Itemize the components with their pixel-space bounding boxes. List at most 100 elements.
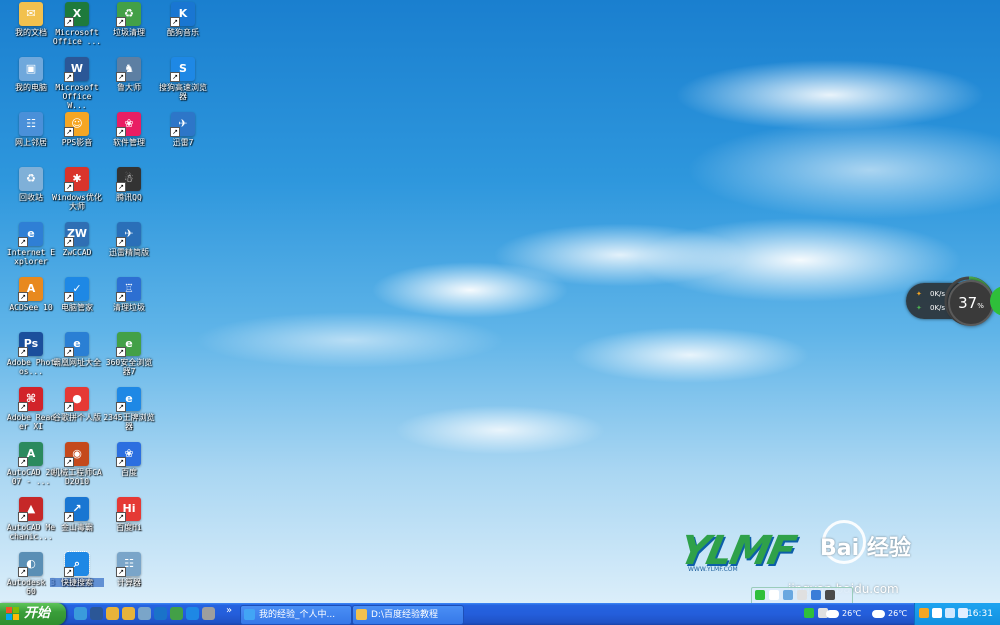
app-icon: ♻ <box>19 167 43 191</box>
desktop-icon[interactable]: W ↗ Microsoft Office W... <box>50 57 104 110</box>
app-icon: ♻ ↗ <box>116 2 141 27</box>
shield-icon[interactable] <box>919 608 929 618</box>
shortcut-arrow-icon: ↗ <box>170 17 180 27</box>
desktop-icon-label: 快捷搜索 <box>50 578 104 587</box>
taskbar-window-label: D:\百度经验教程 <box>371 610 438 620</box>
keyboard-icon[interactable] <box>811 590 821 600</box>
volume-icon[interactable] <box>945 608 955 618</box>
download-speed: ✦ 0K/s <box>916 304 945 312</box>
quick-launch-icon[interactable] <box>138 607 151 620</box>
desktop-icon-label: 迅雷精简版 <box>109 248 149 257</box>
weather-temp-2: 26℃ <box>888 609 908 618</box>
shortcut-arrow-icon: ↗ <box>64 402 74 412</box>
shortcut-arrow-icon: ↗ <box>116 457 126 467</box>
quick-launch-icon[interactable] <box>202 607 215 620</box>
cloud-icon <box>826 609 839 618</box>
desktop-icon-label: 百度 <box>121 468 137 477</box>
desktop: ✉ 我的文档 ▣ 我的电脑 ☷ 网上邻居 ♻ 回收站 e ↗ Internet Explorer A ↗… <box>0 0 1000 603</box>
desktop-icon[interactable]: S ↗ 搜狗高速浏览器 <box>156 57 210 101</box>
desktop-icon-label: 计算器 <box>117 578 141 587</box>
pen-icon[interactable] <box>825 590 835 600</box>
desktop-icon[interactable]: ❀ ↗ 软件管理 <box>102 112 156 147</box>
app-icon: ▲ ↗ <box>18 497 43 522</box>
quick-launch-icon[interactable] <box>106 607 119 620</box>
quick-launch-icon[interactable] <box>74 607 87 620</box>
memory-gauge[interactable]: 37% <box>948 280 994 326</box>
shortcut-arrow-icon: ↗ <box>116 512 126 522</box>
desktop-icon[interactable]: X ↗ Microsoft Office ... <box>50 2 104 46</box>
desktop-icon[interactable]: ♖ ↗ 清理垃圾 <box>102 277 156 312</box>
windows-flag-icon <box>6 607 19 620</box>
shortcut-arrow-icon: ↗ <box>116 567 126 577</box>
app-glyph-icon: ♻ <box>26 172 36 185</box>
desktop-icon[interactable]: Hi ↗ 百度Hi <box>102 497 156 532</box>
desktop-icon[interactable]: ↗ ↗ 金山毒霸 <box>50 497 104 532</box>
upload-speed-value: 0K/s <box>930 290 946 298</box>
desktop-icon-label: 迅雷7 <box>172 138 194 147</box>
app-icon: e ↗ <box>116 387 141 412</box>
shortcut-arrow-icon: ↗ <box>116 292 126 302</box>
quick-launch-icon[interactable] <box>154 607 167 620</box>
desktop-icon[interactable]: K ↗ 酷狗音乐 <box>156 2 210 37</box>
desktop-icon[interactable]: ☷ ↗ 计算器 <box>102 552 156 587</box>
security-icon[interactable] <box>932 608 942 618</box>
desktop-icon[interactable]: e ↗ 2345王牌浏览器 <box>102 387 156 431</box>
shortcut-arrow-icon: ↗ <box>116 127 126 137</box>
app-icon: S ↗ <box>170 57 195 82</box>
desktop-icon[interactable]: ❀ ↗ 百度 <box>102 442 156 477</box>
desktop-icon[interactable]: ◉ ↗ 机械工程师CAD2010 <box>50 442 104 486</box>
quick-launch-icon[interactable] <box>90 607 103 620</box>
desktop-icon[interactable]: ⌕ ↗ 快捷搜索 <box>50 551 104 587</box>
desktop-icon-label: Microsoft Office W... <box>55 83 99 110</box>
shortcut-arrow-icon: ↗ <box>64 237 74 247</box>
shortcut-arrow-icon: ↗ <box>116 402 126 412</box>
app-icon: ◐ ↗ <box>18 552 43 577</box>
start-button[interactable]: 开始 <box>0 603 66 625</box>
desktop-icon-label: PPS影音 <box>61 138 93 147</box>
shortcut-arrow-icon: ↗ <box>64 567 74 577</box>
desktop-icon[interactable]: ♻ ↗ 垃圾清理 <box>102 2 156 37</box>
floating-toolbar[interactable] <box>751 587 853 603</box>
weather-widget-2[interactable]: 26℃ <box>872 603 907 625</box>
window-icon <box>244 609 255 620</box>
quick-launch-more-button[interactable]: » <box>226 605 232 616</box>
app-icon: ● ↗ <box>64 387 89 412</box>
app-icon: ✉ <box>19 2 43 26</box>
desktop-icon[interactable]: ✓ ↗ 电脑管家 <box>50 277 104 312</box>
desktop-icon[interactable]: ZW ↗ ZwCCAD <box>50 222 104 257</box>
desktop-icon[interactable]: ☃ ↗ 腾讯QQ <box>102 167 156 202</box>
dot-icon[interactable] <box>797 590 807 600</box>
desktop-icon-label: 360安全浏览器7 <box>105 358 153 376</box>
app-icon: ♖ ↗ <box>116 277 141 302</box>
desktop-icon-label: 软件管理 <box>113 138 145 147</box>
quick-launch-icon[interactable] <box>122 607 135 620</box>
desktop-icon[interactable]: ✈ ↗ 迅雷精简版 <box>102 222 156 257</box>
desktop-icon[interactable]: e ↗ 360安全浏览器7 <box>102 332 156 376</box>
quick-launch-icon[interactable] <box>186 607 199 620</box>
taskbar-window-button[interactable]: D:\百度经验教程 <box>352 605 464 625</box>
quick-launch-icon[interactable] <box>170 607 183 620</box>
download-speed-value: 0K/s <box>930 304 946 312</box>
app-glyph-icon: ☷ <box>26 117 36 130</box>
desktop-icon[interactable]: e ↗ 霸凰网址大全 <box>50 332 104 367</box>
app-icon: ↗ ↗ <box>64 497 89 522</box>
app-glyph-icon: ▣ <box>25 62 37 75</box>
desktop-icon[interactable]: ☺ ↗ PPS影音 <box>50 112 104 147</box>
moon-icon[interactable] <box>783 590 793 600</box>
desktop-icon-label: 腾讯QQ <box>116 193 142 202</box>
360-tray-icon[interactable] <box>804 608 814 618</box>
desktop-icon-label: 2345王牌浏览器 <box>103 413 155 431</box>
s-icon[interactable] <box>755 590 765 600</box>
desktop-icon[interactable]: ● ↗ 谷歌拼个人版 <box>50 387 104 422</box>
shortcut-arrow-icon: ↗ <box>18 347 28 357</box>
desktop-icon-label: 清理垃圾 <box>113 303 145 312</box>
taskbar-window-button[interactable]: 我的经验_个人中... <box>240 605 352 625</box>
desktop-icon[interactable]: ♞ ↗ 鲁大师 <box>102 57 156 92</box>
clock[interactable]: 16:31 <box>967 603 993 625</box>
shortcut-arrow-icon: ↗ <box>116 72 126 82</box>
weather-widget-1[interactable]: 26℃ <box>826 603 861 625</box>
shortcut-arrow-icon: ↗ <box>18 512 28 522</box>
blank-icon[interactable] <box>769 590 779 600</box>
desktop-icon[interactable]: ✱ ↗ Windows优化大师 <box>50 167 104 211</box>
desktop-icon[interactable]: ✈ ↗ 迅雷7 <box>156 112 210 147</box>
